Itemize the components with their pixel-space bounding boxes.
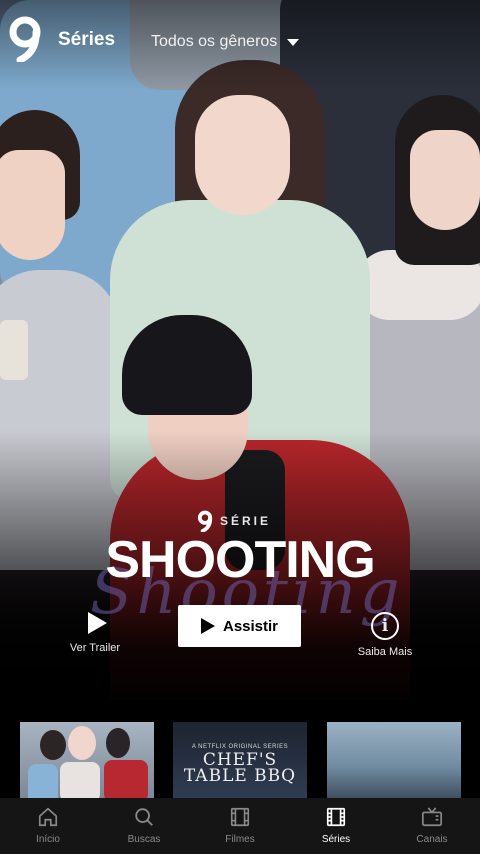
logo-small-icon <box>197 510 213 532</box>
thumb-caption-big: CHEF'S TABLE BBQ <box>183 750 297 786</box>
thumb-figure <box>68 726 96 760</box>
thumbnail-card[interactable]: A NETFLIX ORIGINAL SERIES CHEF'S TABLE B… <box>173 722 307 798</box>
trailer-label: Ver Trailer <box>69 642 121 654</box>
nav-label: Canais <box>416 834 448 845</box>
nav-item-series[interactable]: Séries <box>288 798 384 854</box>
series-tag-label: SÉRIE <box>220 514 272 528</box>
poster-figure <box>195 95 290 215</box>
tv-icon <box>422 807 442 827</box>
section-title: Séries <box>58 29 116 50</box>
home-icon <box>38 807 58 827</box>
info-label: Saiba Mais <box>357 646 413 658</box>
nav-label: Filmes <box>225 834 255 845</box>
featured-title: SHOOTING <box>105 531 375 589</box>
nav-label: Início <box>36 834 60 845</box>
thumbnail-card[interactable] <box>327 722 461 798</box>
thumbnail-row: A NETFLIX ORIGINAL SERIES CHEF'S TABLE B… <box>0 720 480 798</box>
info-button[interactable]: i Saiba Mais <box>352 612 418 658</box>
trailer-button[interactable]: Ver Trailer <box>62 612 128 654</box>
nav-item-filmes[interactable]: Filmes <box>192 798 288 854</box>
info-icon: i <box>371 612 399 640</box>
search-icon <box>135 808 153 826</box>
poster-figure <box>0 150 65 260</box>
genre-dropdown[interactable]: Todos os gêneros <box>151 33 300 51</box>
poster-figure <box>410 130 480 230</box>
play-icon <box>87 612 107 634</box>
poster-figure <box>0 320 28 380</box>
genre-dropdown-label: Todos os gêneros <box>151 33 278 50</box>
nav-label: Séries <box>321 834 351 845</box>
film-icon <box>230 807 250 827</box>
top-header: Séries Todos os gêneros <box>0 0 480 80</box>
nav-item-buscas[interactable]: Buscas <box>96 798 192 854</box>
thumb-figure <box>104 760 148 798</box>
thumb-figure <box>106 728 130 758</box>
thumb-figure <box>40 730 66 760</box>
nav-item-canais[interactable]: Canais <box>384 798 480 854</box>
series-icon <box>326 807 346 827</box>
series-tag: SÉRIE <box>196 510 271 532</box>
caret-down-icon <box>287 38 300 46</box>
watch-button[interactable]: Assistir <box>178 605 301 647</box>
play-icon <box>200 618 215 634</box>
watch-label: Assistir <box>222 617 279 635</box>
poster-figure <box>122 315 252 415</box>
app-logo-icon[interactable] <box>6 16 44 62</box>
thumb-figure <box>28 764 58 798</box>
thumb-figure <box>60 762 100 798</box>
thumbnail-card[interactable] <box>20 722 154 798</box>
nav-item-inicio[interactable]: Início <box>0 798 96 854</box>
nav-label: Buscas <box>127 834 161 845</box>
bottom-nav: Início Buscas Filmes Séries Canais <box>0 798 480 854</box>
